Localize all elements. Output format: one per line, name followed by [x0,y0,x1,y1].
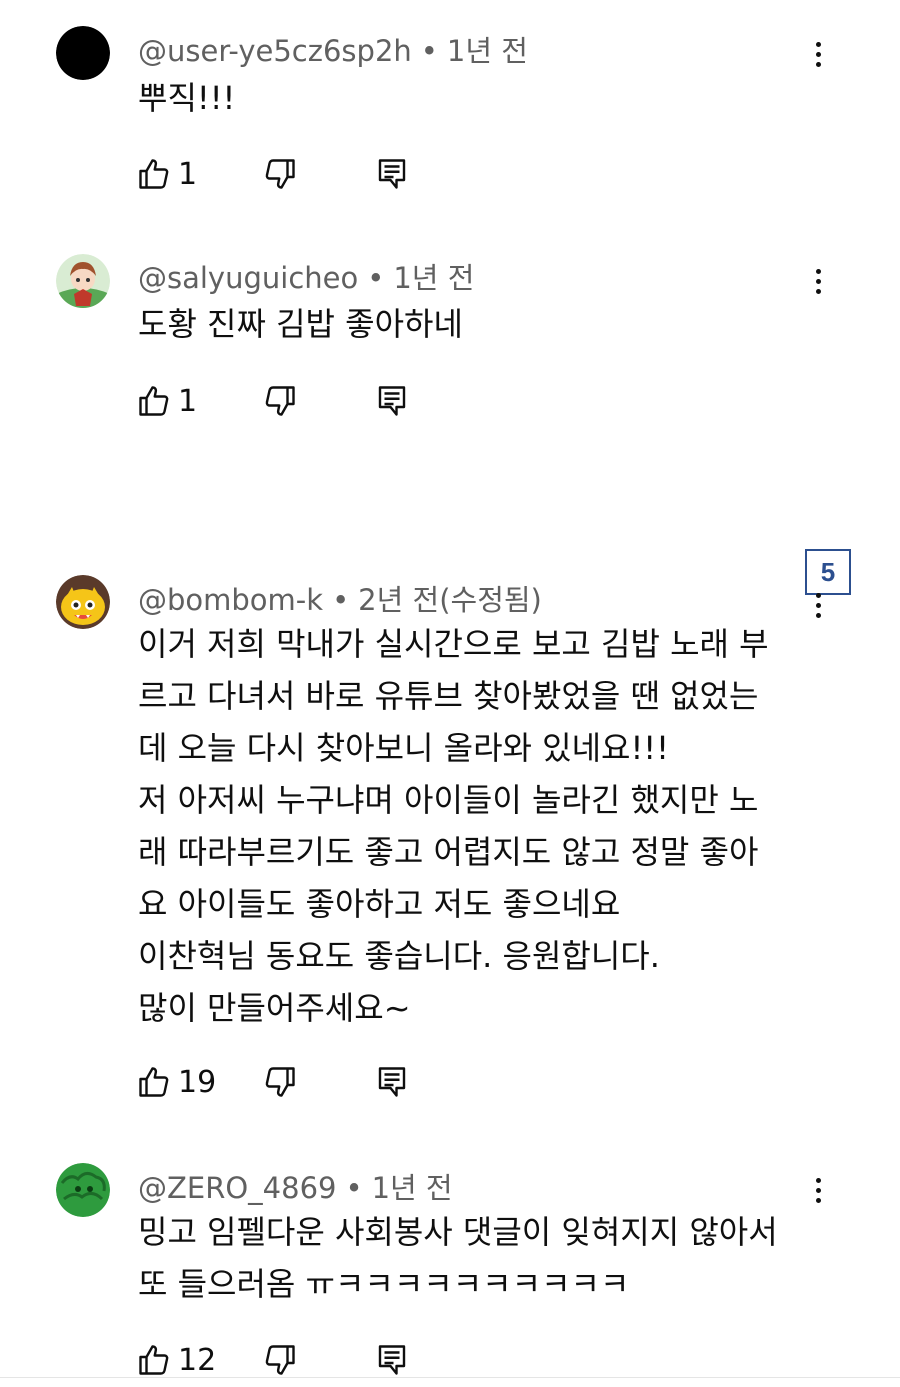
avatar[interactable] [56,26,110,80]
dislike-button[interactable] [262,1340,298,1380]
comment-line: 밍고 임펠다운 사회봉사 댓글이 잊혀지지 않아서 [138,1213,778,1251]
reply-button[interactable] [374,1340,410,1380]
thumbs-up-icon [139,1345,169,1375]
avatar-image [56,254,110,308]
reply-icon [378,1345,406,1375]
like-button[interactable]: 1 [136,381,197,421]
comment-time: 1년 전 [446,34,528,68]
comment-line: 이찬혁님 동요도 좋습니다. 응원합니다. [138,937,660,975]
avatar[interactable] [56,254,110,308]
comment-meta: @salyuguicheo • 1년 전 [138,255,474,297]
comment-actions: 12 [136,1340,436,1380]
like-button[interactable]: 12 [136,1340,216,1380]
comment-meta: @ZERO_4869 • 1년 전 [138,1165,453,1207]
more-vert-icon[interactable] [800,1170,836,1210]
dislike-button[interactable] [262,381,298,421]
reply-button[interactable] [374,1062,410,1102]
comment-meta: @bombom-k • 2년 전(수정됨) [138,577,542,619]
comment-actions: 19 [136,1062,436,1102]
comment-time: 2년 전(수정됨) [358,583,542,617]
reply-icon [378,159,406,189]
comment-time: 1년 전 [371,1171,453,1205]
comment-line: 데 오늘 다시 찾아보니 올라와 있네요!!! [138,729,669,767]
comment-text: 이거 저희 막내가 실시간으로 보고 김밥 노래 부 르고 다녀서 바로 유튜브… [138,618,769,1034]
avatar-image [56,1163,110,1217]
reply-icon [378,1067,406,1097]
comment-author[interactable]: @bombom-k [138,583,323,617]
like-count: 1 [178,383,198,419]
comment-line: 이거 저희 막내가 실시간으로 보고 김밥 노래 부 [138,625,769,663]
avatar[interactable] [56,1163,110,1217]
thumbs-down-icon [265,1067,295,1097]
comment-text: 도황 진짜 김밥 좋아하네 [138,298,463,350]
comment-line: 또 들으러옴 ㅠㅋㅋㅋㅋㅋㅋㅋㅋㅋㅋ [138,1265,630,1303]
comment-actions: 1 [136,381,436,421]
comment-author[interactable]: @salyuguicheo [138,261,358,295]
meta-separator: • [345,1171,363,1205]
reply-icon [378,386,406,416]
dislike-button[interactable] [262,154,298,194]
meta-separator: • [332,583,350,617]
comment-line: 많이 만들어주세요~ [138,989,411,1027]
comment-text: 뿌직!!! [138,72,235,124]
reply-button[interactable] [374,381,410,421]
comment-author[interactable]: @ZERO_4869 [138,1171,336,1205]
like-count: 19 [178,1064,217,1100]
comment-author[interactable]: @user-ye5cz6sp2h [138,34,412,68]
avatar-image [56,575,110,629]
comment-line: 저 아저씨 누구냐며 아이들이 놀라긴 했지만 노 [138,781,759,819]
thumbs-down-icon [265,386,295,416]
thumbs-up-icon [139,1067,169,1097]
comment-line: 도황 진짜 김밥 좋아하네 [138,305,463,343]
thumbs-down-icon [265,1345,295,1375]
divider [0,1377,900,1378]
dislike-button[interactable] [262,1062,298,1102]
avatar[interactable] [56,575,110,629]
thumbs-up-icon [139,386,169,416]
comment-line: 르고 다녀서 바로 유튜브 찾아봤었을 땐 없었는 [138,677,759,715]
thumbs-down-icon [265,159,295,189]
reply-button[interactable] [374,154,410,194]
comment-line: 래 따라부르기도 좋고 어렵지도 않고 정말 좋아 [138,833,759,871]
comment-meta: @user-ye5cz6sp2h • 1년 전 [138,28,528,70]
like-button[interactable]: 1 [136,154,197,194]
avatar-image [56,26,110,80]
comment-actions: 1 [136,154,436,194]
like-button[interactable]: 19 [136,1062,216,1102]
more-vert-icon[interactable] [800,261,836,301]
like-count: 12 [178,1342,217,1378]
meta-separator: • [420,34,438,68]
more-vert-icon[interactable] [800,34,836,74]
comment-line: 뿌직!!! [138,79,236,117]
comment-time: 1년 전 [393,261,475,295]
thumbs-up-icon [139,159,169,189]
comment-text: 밍고 임펠다운 사회봉사 댓글이 잊혀지지 않아서 또 들으러옴 ㅠㅋㅋㅋㅋㅋㅋ… [138,1206,778,1310]
meta-separator: • [367,261,385,295]
more-vert-icon[interactable] [800,585,836,625]
comment-line: 요 아이들도 좋아하고 저도 좋으네요 [138,885,621,923]
like-count: 1 [178,156,198,192]
